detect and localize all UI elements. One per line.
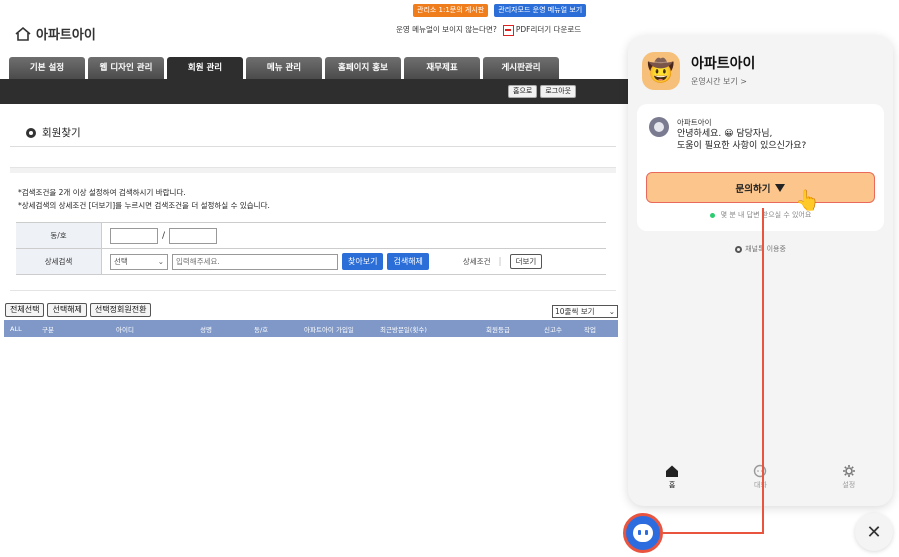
- chat-nav-settings-label: 설정: [842, 481, 856, 489]
- divider: [10, 167, 616, 173]
- tab-board-management[interactable]: 게시판관리: [483, 57, 559, 79]
- message-sender: 아파트아이: [677, 118, 712, 127]
- home-button[interactable]: 홈으로: [508, 85, 538, 98]
- col-all[interactable]: ALL: [10, 325, 22, 333]
- per-page-value: 10줄씩 보기: [555, 307, 595, 316]
- dong-row: 동/호 /: [16, 223, 606, 249]
- search-form: 동/호 / 상세검색 선택 ⌄ 찾아보기 검색해제 상세조건 | 더보기: [16, 222, 606, 275]
- tab-financial-statements[interactable]: 재무제표: [404, 57, 480, 79]
- manual-missing-link[interactable]: 운영 메뉴얼이 보이지 않는다면?: [396, 24, 497, 35]
- reply-time-note: 몇 분 내 답변 받으실 수 있어요: [637, 210, 884, 220]
- home-icon: [666, 465, 679, 477]
- tab-member-management[interactable]: 회원 관리: [167, 57, 243, 79]
- deselect-button[interactable]: 선택해제: [47, 303, 87, 317]
- divider: [10, 146, 616, 147]
- channel-note-text: 채널톡 이용중: [745, 245, 786, 253]
- page-title-text: 회원찾기: [42, 127, 81, 139]
- site-name: 아파트아이: [36, 28, 96, 43]
- divider: [10, 290, 616, 291]
- col-grade: 회원등급: [486, 325, 510, 334]
- col-last-visit: 최근방문일(횟수): [380, 325, 427, 334]
- pdf-icon: [502, 24, 514, 36]
- per-page-select[interactable]: 10줄씩 보기 ⌄: [552, 305, 618, 318]
- search-notes: *검색조건을 2개 이상 설정하여 검색하시기 바랍니다. *상세검색의 상세조…: [18, 186, 270, 212]
- chat-channel-name: 아파트아이: [691, 56, 756, 72]
- select-all-button[interactable]: 전체선택: [5, 303, 45, 317]
- table-header: ALL 구분 아이디 성명 동/호 아파트아이 가입일 최근방문일(횟수) 회원…: [4, 320, 618, 337]
- annotation-line: [762, 208, 764, 533]
- hours-link[interactable]: 운영시간 보기 >: [691, 76, 747, 87]
- select-value: 선택: [114, 257, 128, 266]
- detail-row: 상세검색 선택 ⌄ 찾아보기 검색해제 상세조건 | 더보기: [16, 249, 606, 275]
- admin-manual-badge[interactable]: 관리자모드 운영 메뉴얼 보기: [494, 4, 587, 17]
- close-icon: ✕: [866, 521, 882, 543]
- col-name: 성명: [200, 325, 212, 334]
- note-line: *검색조건을 2개 이상 설정하여 검색하시기 바랍니다.: [18, 188, 186, 197]
- dong-label: 동/호: [16, 223, 102, 248]
- tab-menu-management[interactable]: 메뉴 관리: [246, 57, 322, 79]
- tab-web-design[interactable]: 웹 디자인 관리: [88, 57, 164, 79]
- ho-input[interactable]: [169, 227, 218, 244]
- chat-nav-home-label: 홈: [668, 481, 676, 489]
- convert-member-button[interactable]: 선택정회원전환: [89, 303, 152, 317]
- tab-basic-settings[interactable]: 기본 설정: [9, 57, 85, 79]
- separator: |: [498, 256, 502, 267]
- col-id: 아이디: [116, 325, 134, 334]
- gear-icon: [842, 465, 855, 477]
- page-title: 회원찾기: [26, 125, 81, 140]
- logout-button[interactable]: 로그아웃: [540, 85, 577, 98]
- search-type-select[interactable]: 선택 ⌄: [110, 253, 168, 270]
- col-actions: 작업: [584, 325, 596, 334]
- greeting-line: 안녕하세요. 😀 담당자님,: [677, 129, 773, 139]
- bullet-icon: [26, 127, 36, 138]
- col-reports: 신고수: [544, 325, 562, 334]
- chat-nav-home[interactable]: 홈: [642, 464, 702, 506]
- reply-note-text: 몇 분 내 답변 받으실 수 있어요: [720, 211, 812, 219]
- chat-bubble-icon: [754, 464, 767, 478]
- chat-panel: 🤠 아파트아이 운영시간 보기 > 아파트아이 안녕하세요. 😀 담당자님, 도…: [628, 36, 893, 506]
- dong-separator: /: [162, 230, 166, 241]
- inquiry-label: 문의하기: [735, 183, 771, 195]
- search-input[interactable]: [172, 253, 338, 270]
- chat-launcher-button[interactable]: [623, 513, 663, 553]
- dong-input[interactable]: [110, 227, 158, 244]
- col-type: 구분: [42, 325, 54, 334]
- note-line: *상세검색의 상세조건 [더보기]를 누르시면 검색조건을 더 설정하실 수 있…: [18, 201, 270, 210]
- greeting-line: 도움이 필요한 사항이 있으신가요?: [677, 141, 807, 151]
- find-button[interactable]: 찾아보기: [342, 253, 384, 270]
- close-chat-button[interactable]: ✕: [855, 513, 893, 551]
- send-icon: [775, 183, 786, 192]
- greeting-message: 안녕하세요. 😀 담당자님, 도움이 필요한 사항이 있으신가요?: [677, 128, 806, 152]
- site-logo[interactable]: 아파트아이: [14, 24, 96, 43]
- chat-nav-conversation-label: 대화: [754, 481, 767, 489]
- chat-bottom-nav: 홈 대화 설정: [628, 464, 893, 506]
- pdf-download-link[interactable]: PDF리더기 다운로드: [502, 24, 582, 36]
- inquiry-button[interactable]: 문의하기: [646, 172, 875, 203]
- chat-nav-settings[interactable]: 설정: [819, 464, 879, 506]
- home-icon: [15, 26, 31, 41]
- main-nav: 기본 설정 웹 디자인 관리 회원 관리 메뉴 관리 홈페이지 홍보 재무제표 …: [9, 57, 559, 79]
- chat-nav-conversation[interactable]: 대화: [730, 464, 790, 506]
- greeting-card: 아파트아이 안녕하세요. 😀 담당자님, 도움이 필요한 사항이 있으신가요? …: [637, 104, 884, 231]
- reset-search-button[interactable]: 검색해제: [387, 253, 429, 270]
- detail-label: 상세검색: [16, 249, 102, 274]
- condition-label: 상세조건: [462, 257, 491, 266]
- channel-talk-icon: [735, 245, 743, 253]
- tab-homepage-promo[interactable]: 홈페이지 홍보: [325, 57, 401, 79]
- col-join-date: 아파트아이 가입일: [304, 325, 354, 334]
- annotation-line: [663, 532, 764, 534]
- online-status-icon: [709, 212, 715, 218]
- channel-talk-note: 채널톡 이용중: [628, 244, 893, 254]
- pointer-hand-icon: 👆: [795, 188, 820, 212]
- chevron-down-icon: ⌄: [157, 257, 164, 266]
- more-button[interactable]: 더보기: [509, 254, 543, 269]
- cowboy-avatar-icon: 🤠: [642, 52, 680, 90]
- pdf-download-label: PDF리더기 다운로드: [515, 25, 582, 34]
- chevron-down-icon: ⌄: [608, 307, 615, 316]
- sender-avatar-icon: [649, 117, 669, 137]
- admin-board-badge[interactable]: 관리소 1:1문의 게시판: [413, 4, 489, 17]
- chat-bot-icon: [633, 524, 653, 542]
- col-dong-ho: 동/호: [254, 325, 269, 334]
